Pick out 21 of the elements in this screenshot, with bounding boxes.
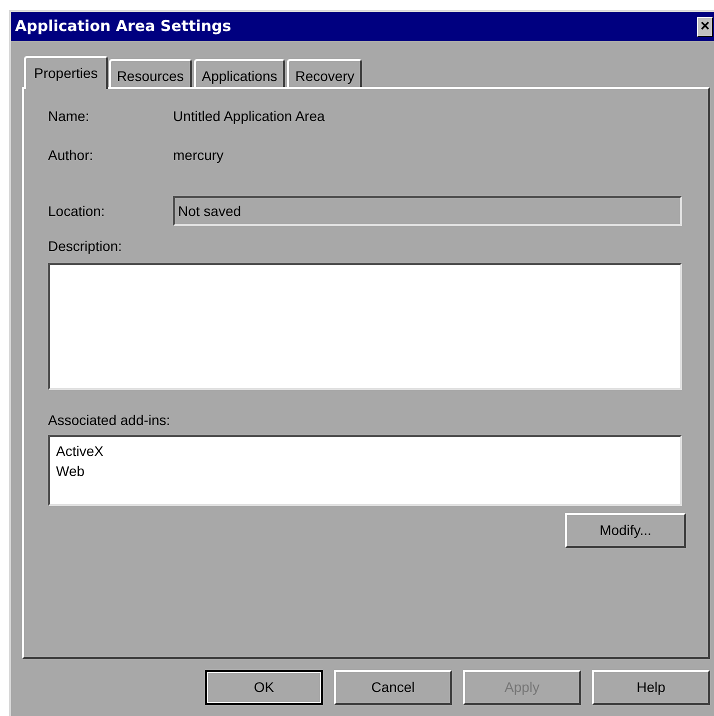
tab[interactable]: Properties [24, 56, 108, 89]
window-title: Application Area Settings [15, 16, 232, 38]
tab[interactable]: Resources [108, 59, 192, 87]
dialog-button[interactable]: Help [592, 670, 710, 705]
dialog-button[interactable]: Cancel [334, 670, 452, 705]
list-item[interactable]: Web [56, 461, 680, 481]
location-field: Not saved [173, 196, 682, 226]
modify-button[interactable]: Modify... [565, 513, 686, 548]
name-value: Untitled Application Area [173, 106, 325, 126]
field-label: Author: [48, 146, 94, 164]
field-label: Description: [48, 237, 123, 256]
description-field[interactable] [48, 263, 682, 390]
tab[interactable]: Recovery [287, 59, 362, 87]
field-label: Name: [48, 106, 90, 126]
tab[interactable]: Applications [194, 59, 286, 87]
list-item[interactable]: ActiveX [56, 441, 680, 461]
author-value: mercury [173, 146, 224, 165]
close-button[interactable]: × [697, 16, 713, 36]
field-label: Associated add-ins: [48, 411, 172, 430]
field-label: Location: [48, 202, 106, 220]
dialog-button[interactable]: OK [205, 670, 323, 705]
